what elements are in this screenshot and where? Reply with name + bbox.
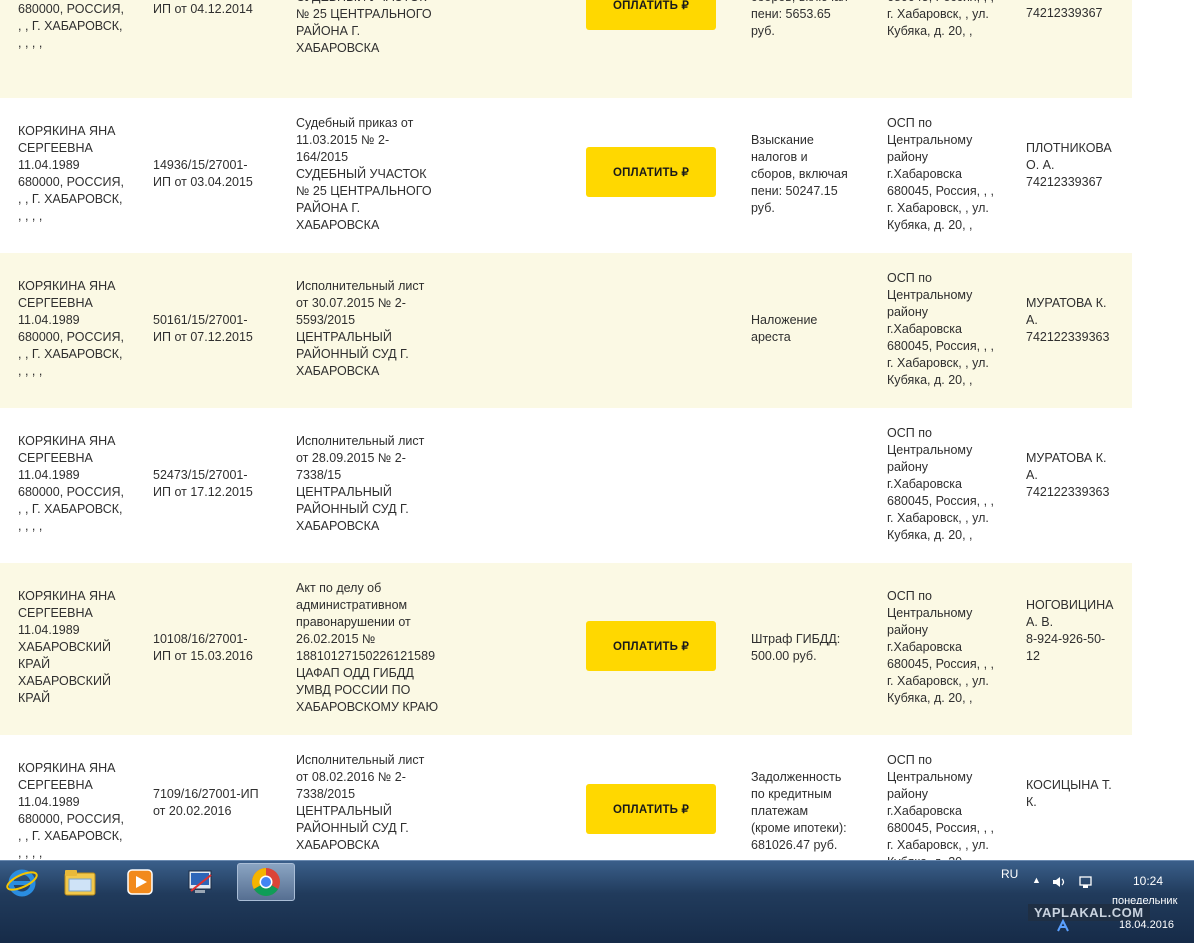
pay-button[interactable]: ОПЛАТИТЬ ₽ xyxy=(586,0,716,30)
ip-number-cell: 7109/16/27001-ИП от 20.02.2016 xyxy=(153,787,259,818)
ie-icon xyxy=(6,869,38,897)
bailiff-cell: МУРАТОВА К. А. 742122339363 xyxy=(1026,296,1110,344)
debtor-cell: КОРЯКИНА ЯНА СЕРГЕЕВНА 11.04.1989 680000… xyxy=(18,761,124,860)
debtor-cell: 11.04.1989 680000, РОССИЯ, , , Г. ХАБАРО… xyxy=(18,2,124,50)
document-cell: Исполнительный лист от 08.02.2016 № 2- 7… xyxy=(296,753,425,852)
department-cell: ОСП по Центральному району г.Хабаровска … xyxy=(887,589,995,705)
department-cell: ОСП по Центральному району г.Хабаровска … xyxy=(887,271,995,387)
windows-taskbar: RU ▲ 10:24 понедельник YAPLAKAL.COM 18.0… xyxy=(0,860,1194,943)
subject-cell: Взыскание налогов и сборов, включая пени… xyxy=(751,133,848,215)
chrome-icon xyxy=(252,868,280,896)
clock-time[interactable]: 10:24 xyxy=(1133,874,1163,888)
table-row: КОРЯКИНА ЯНА СЕРГЕЕВНА 11.04.1989 680000… xyxy=(0,98,1132,253)
table-row: 11.04.1989 680000, РОССИЯ, , , Г. ХАБАРО… xyxy=(0,0,1132,98)
taskbar-media-player-button[interactable] xyxy=(112,863,168,901)
ip-number-cell: 52473/15/27001- ИП от 17.12.2015 xyxy=(153,468,253,499)
debtor-cell: КОРЯКИНА ЯНА СЕРГЕЕВНА 11.04.1989 680000… xyxy=(18,434,124,533)
subject-cell: Наложение ареста xyxy=(751,313,818,344)
bailiff-cell: МУРАТОВА К. А. 742122339363 xyxy=(1026,451,1110,499)
clock-date: 18.04.2016 xyxy=(1119,919,1175,931)
taskbar-explorer-button[interactable] xyxy=(52,863,108,901)
department-cell: ОСП по Центральному району г.Хабаровска … xyxy=(887,116,995,232)
subject-cell: Задолженность по кредитным платежам (кро… xyxy=(751,770,847,852)
network-icon[interactable] xyxy=(1078,874,1094,890)
ip-number-cell: 10108/16/27001- ИП от 15.03.2016 xyxy=(153,632,253,663)
taskbar-ie-button[interactable] xyxy=(0,863,50,901)
debtor-cell: КОРЯКИНА ЯНА СЕРГЕЕВНА 11.04.1989 ХАБАРО… xyxy=(18,589,116,705)
table-row: КОРЯКИНА ЯНА СЕРГЕЕВНА 11.04.1989 680000… xyxy=(0,408,1132,563)
document-cell: 343/2014 СУДЕБНЫЙ УЧАСТОК № 25 ЦЕНТРАЛЬН… xyxy=(296,0,432,55)
department-cell: г.Хабаровска 680045, Россия, , , г. Хаба… xyxy=(887,0,994,38)
taskbar-chrome-button[interactable] xyxy=(237,863,295,901)
document-cell: Исполнительный лист от 28.09.2015 № 2- 7… xyxy=(296,434,425,533)
volume-icon[interactable] xyxy=(1052,875,1068,889)
bailiff-cell: ПЛОТНИКОВА О. А. 74212339367 xyxy=(1026,141,1112,189)
bailiff-cell: О. А. 74212339367 xyxy=(1026,0,1103,20)
table-row: КОРЯКИНА ЯНА СЕРГЕЕВНА 11.04.1989 680000… xyxy=(0,735,1132,860)
media-player-icon xyxy=(127,869,153,895)
ip-number-cell: 14936/15/27001- ИП от 03.04.2015 xyxy=(153,158,253,189)
page-margin xyxy=(1132,0,1194,860)
table-row: КОРЯКИНА ЯНА СЕРГЕЕВНА 11.04.1989 ХАБАРО… xyxy=(0,563,1132,735)
debtor-cell: КОРЯКИНА ЯНА СЕРГЕЕВНА 11.04.1989 680000… xyxy=(18,124,124,223)
browser-viewport: 11.04.1989 680000, РОССИЯ, , , Г. ХАБАРО… xyxy=(0,0,1194,860)
bailiff-cell: КОСИЦЫНА Т. К. xyxy=(1026,778,1112,809)
language-indicator[interactable]: RU xyxy=(1001,867,1018,881)
ip-number-cell: 50161/15/27001- ИП от 07.12.2015 xyxy=(153,313,253,344)
explorer-icon xyxy=(64,870,96,896)
table-row: КОРЯКИНА ЯНА СЕРГЕЕВНА 11.04.1989 680000… xyxy=(0,253,1132,408)
document-cell: Исполнительный лист от 30.07.2015 № 2- 5… xyxy=(296,279,425,378)
subject-cell: налогов и сборов, включая пени: 5653.65 … xyxy=(751,0,848,38)
subject-cell: Штраф ГИБДД: 500.00 руб. xyxy=(751,632,841,663)
debtor-cell: КОРЯКИНА ЯНА СЕРГЕЕВНА 11.04.1989 680000… xyxy=(18,279,124,378)
department-cell: ОСП по Центральному району г.Хабаровска … xyxy=(887,426,995,542)
pay-button[interactable]: ОПЛАТИТЬ ₽ xyxy=(586,147,716,197)
pay-button[interactable]: ОПЛАТИТЬ ₽ xyxy=(586,621,716,671)
tray-flag-icon xyxy=(1057,919,1069,932)
ip-number-cell: 53757/14/27001- ИП от 04.12.2014 xyxy=(153,2,253,16)
bailiff-cell: НОГОВИЦИНА А. В. 8-924-926-50- 12 xyxy=(1026,598,1114,663)
document-cell: Акт по делу об административном правонар… xyxy=(296,581,439,714)
remote-desktop-icon xyxy=(188,870,212,893)
document-cell: Судебный приказ от 11.03.2015 № 2- 164/2… xyxy=(296,116,432,232)
tray-expand-icon[interactable]: ▲ xyxy=(1032,875,1041,885)
pay-button[interactable]: ОПЛАТИТЬ ₽ xyxy=(586,784,716,834)
taskbar-remote-desktop-button[interactable] xyxy=(172,863,228,901)
department-cell: ОСП по Центральному району г.Хабаровска … xyxy=(887,753,995,860)
